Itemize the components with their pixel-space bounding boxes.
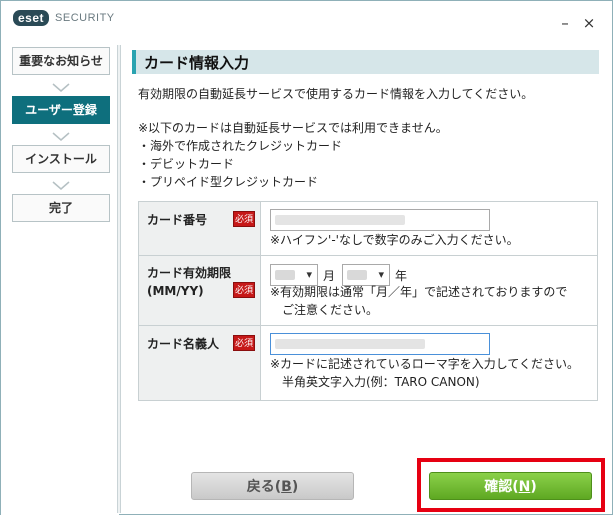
card-holder-example: 半角英文字入力(例：TARO CANON) [282, 375, 480, 389]
card-expiry-label-line1: カード有効期限 [147, 266, 232, 280]
card-number-input[interactable] [270, 209, 490, 231]
back-button[interactable]: 戻る(B) [191, 472, 354, 500]
chevron-down-icon [52, 132, 70, 141]
title-bar: eset SECURITY – × [1, 1, 612, 39]
card-number-label-cell: カード番号 必須 [139, 202, 261, 255]
card-expiry-hint: ※有効期限は通常「月／年」で記述されておりますので [270, 285, 568, 299]
masked-value [275, 215, 405, 225]
logo-badge: eset [13, 10, 50, 26]
eset-logo: eset SECURITY [13, 10, 115, 26]
page-title: カード情報入力 [144, 54, 250, 72]
chevron-down-icon: ▾ [378, 268, 384, 281]
page-title-bar: カード情報入力 [132, 50, 599, 74]
back-label: 戻る( [246, 479, 282, 495]
required-badge: 必須 [233, 282, 255, 298]
card-number-label: カード番号 [147, 213, 208, 227]
card-form: カード番号 必須 ※ハイフン'-'なしで数字のみご入力ください。 カード有効期限… [138, 201, 598, 401]
masked-value [275, 339, 425, 349]
card-number-hint: ※ハイフン'-'なしで数字のみご入力ください。 [270, 233, 519, 247]
note-line: ・プリペイド型クレジットカード [138, 175, 319, 189]
required-badge: 必須 [233, 335, 255, 351]
step-important-notice: 重要なお知らせ [12, 47, 110, 75]
selected-month [275, 270, 295, 280]
note-line: ・デビットカード [138, 157, 235, 171]
excluded-cards-notes: ※以下のカードは自動延長サービスでは利用できません。 ・海外で作成されたクレジッ… [138, 119, 448, 191]
card-holder-label-cell: カード名義人 必須 [139, 326, 261, 400]
sidebar-divider [117, 45, 121, 513]
chevron-down-icon [52, 181, 70, 190]
minimize-button[interactable]: – [557, 15, 573, 31]
close-button[interactable]: × [581, 15, 597, 31]
card-number-row: カード番号 必須 ※ハイフン'-'なしで数字のみご入力ください。 [139, 202, 597, 256]
year-unit: 年 [395, 269, 408, 283]
note-line: ・海外で作成されたクレジットカード [138, 139, 343, 153]
logo-text: SECURITY [55, 12, 115, 24]
card-expiry-label-cell: カード有効期限 (MM/YY) 必須 [139, 256, 261, 325]
selected-year [347, 270, 367, 280]
card-expiry-row: カード有効期限 (MM/YY) 必須 ▾ 月 ▾ 年 ※有効期限は通常「月／年」… [139, 256, 597, 326]
card-holder-row: カード名義人 必須 ※カードに記述されているローマ字を入力してください。 半角英… [139, 326, 597, 400]
card-expiry-label: カード有効期限 (MM/YY) [147, 264, 231, 300]
step-complete: 完了 [12, 194, 110, 222]
note-line: ※以下のカードは自動延長サービスでは利用できません。 [138, 121, 448, 135]
back-label-close: ) [291, 479, 299, 495]
intro-text: 有効期限の自動延長サービスで使用するカード情報を入力してください。 [138, 87, 534, 101]
chevron-down-icon: ▾ [306, 268, 312, 281]
required-badge: 必須 [233, 211, 255, 227]
step-user-registration: ユーザー登録 [12, 96, 110, 124]
card-holder-input[interactable] [270, 333, 490, 355]
card-expiry-format: (MM/YY) [147, 284, 204, 298]
step-install: インストール [12, 145, 110, 173]
chevron-down-icon [52, 83, 70, 92]
confirm-highlight-box [417, 458, 605, 512]
card-holder-hint: ※カードに記述されているローマ字を入力してください。 [270, 357, 579, 371]
installer-window: eset SECURITY – × 重要なお知らせ ユーザー登録 インストール … [0, 0, 613, 515]
back-shortcut: B [281, 479, 292, 495]
month-unit: 月 [323, 269, 336, 283]
card-expiry-hint-2: ご注意ください。 [282, 303, 379, 317]
card-holder-label: カード名義人 [147, 337, 220, 351]
